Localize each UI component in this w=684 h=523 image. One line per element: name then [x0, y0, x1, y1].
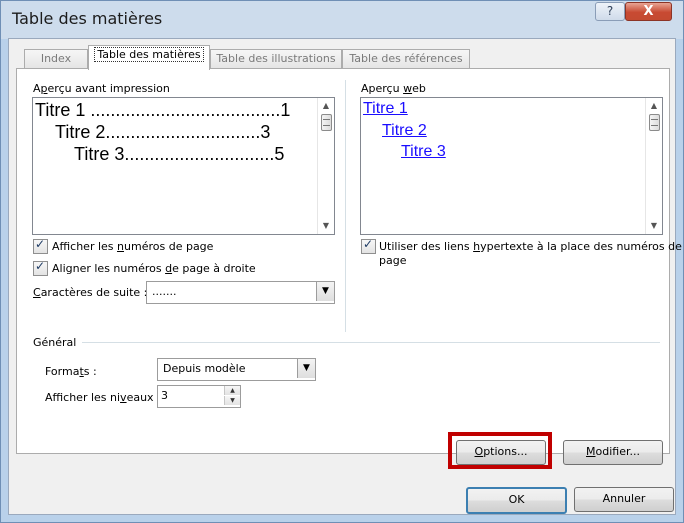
- hyperlinks-checkbox[interactable]: [361, 237, 376, 254]
- levels-label: Afficher les niveaux :: [45, 391, 161, 404]
- chevron-down-icon[interactable]: ▼: [316, 282, 334, 301]
- chevron-down-icon[interactable]: ▼: [297, 359, 315, 378]
- toc-entry: Titre 2...............................3: [55, 122, 271, 142]
- scroll-down-icon[interactable]: ▼: [646, 218, 662, 234]
- formats-label: Formats :: [45, 365, 97, 378]
- modify-button[interactable]: Modifier...: [563, 440, 663, 465]
- scroll-up-icon[interactable]: ▲: [646, 98, 662, 114]
- web-link-titre-2[interactable]: Titre 2: [382, 122, 427, 140]
- print-preview-label: Aperçu avant impression: [33, 82, 170, 95]
- web-preview-scrollbar[interactable]: ▲ ▼: [645, 98, 662, 234]
- column-divider: [345, 80, 346, 332]
- levels-stepper[interactable]: 3 ▲ ▼: [157, 385, 241, 408]
- align-right-label[interactable]: Aligner les numéros de page à droite: [52, 262, 256, 275]
- align-right-checkbox[interactable]: [33, 259, 48, 276]
- general-heading: Général: [33, 336, 77, 349]
- scroll-down-icon[interactable]: ▼: [318, 218, 334, 234]
- levels-value: 3: [161, 389, 168, 402]
- web-link-titre-1[interactable]: Titre 1: [363, 100, 408, 118]
- print-preview-scrollbar[interactable]: ▲ ▼: [317, 98, 334, 234]
- toc-entry: Titre 1 ................................…: [35, 100, 291, 120]
- formats-select[interactable]: Depuis modèle ▼: [157, 358, 316, 381]
- tab-leader-label: Caractères de suite :: [33, 286, 148, 299]
- hyperlinks-label[interactable]: Utiliser des liens hypertexte à la place…: [379, 240, 682, 253]
- tab-leader-select[interactable]: ....... ▼: [146, 281, 335, 304]
- spin-down-icon[interactable]: ▼: [224, 396, 240, 405]
- formats-value: Depuis modèle: [163, 362, 246, 375]
- show-page-numbers-checkbox[interactable]: [33, 237, 48, 254]
- ok-button[interactable]: OK: [466, 487, 567, 514]
- general-divider: [82, 342, 660, 343]
- print-preview-box[interactable]: Titre 1 ................................…: [32, 97, 335, 235]
- tab-leader-value: .......: [152, 285, 177, 298]
- scroll-thumb[interactable]: [321, 114, 332, 131]
- hyperlinks-label-line2: page: [379, 254, 407, 267]
- web-link-titre-3[interactable]: Titre 3: [401, 143, 446, 161]
- web-preview-label: Aperçu web: [361, 82, 426, 95]
- cancel-button[interactable]: Annuler: [574, 487, 674, 512]
- options-highlight-frame: [448, 432, 552, 469]
- toc-entry: Titre 3..............................5: [74, 144, 285, 164]
- scroll-up-icon[interactable]: ▲: [318, 98, 334, 114]
- show-page-numbers-label[interactable]: Afficher les numéros de page: [52, 240, 213, 253]
- spin-up-icon[interactable]: ▲: [224, 386, 240, 395]
- scroll-thumb[interactable]: [649, 114, 660, 131]
- web-preview-box[interactable]: Titre 1 Titre 2 Titre 3 ▲ ▼: [360, 97, 663, 235]
